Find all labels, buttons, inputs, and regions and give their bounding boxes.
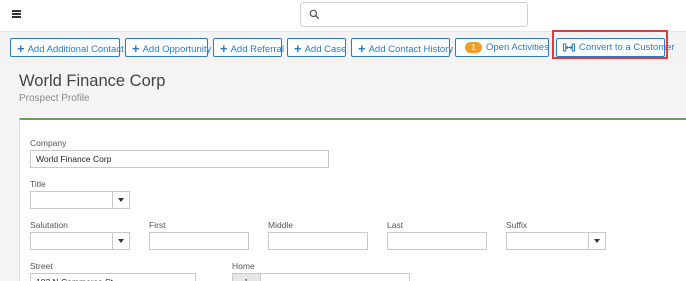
add-contact-history-button[interactable]: + Add Contact History (351, 38, 454, 57)
home-phone-field[interactable]: 1 (232, 273, 410, 281)
add-opportunity-label: Add Opportunity (142, 44, 212, 55)
street-field[interactable]: 182 N Commerce St (30, 273, 196, 281)
suffix-select[interactable] (506, 232, 606, 250)
middle-label: Middle (268, 220, 294, 230)
plus-icon: + (358, 41, 366, 56)
add-referral-button[interactable]: + Add Referral (213, 38, 284, 57)
suffix-label: Suffix (506, 220, 528, 230)
salutation-select[interactable] (30, 232, 130, 250)
first-name-field[interactable] (149, 232, 249, 250)
title-label: Title (30, 179, 46, 189)
highlight-box (552, 30, 668, 59)
add-contact-history-label: Add Contact History (368, 44, 454, 55)
open-activities-button[interactable]: 1 Open Activities (455, 38, 549, 57)
chevron-down-icon[interactable] (112, 233, 129, 249)
search-icon (309, 9, 320, 20)
profile-form-card: Company World Finance Corp Title Salutat… (19, 118, 686, 281)
country-code-prefix: 1 (233, 274, 261, 281)
chevron-down-icon[interactable] (112, 192, 129, 208)
title-select[interactable] (30, 191, 130, 209)
middle-name-field[interactable] (268, 232, 368, 250)
plus-icon: + (294, 41, 302, 56)
add-additional-contact-label: Add Additional Contact (27, 44, 124, 55)
open-activities-count-badge: 1 (465, 42, 482, 53)
salutation-label: Salutation (30, 220, 68, 230)
chevron-down-icon[interactable] (588, 233, 605, 249)
add-opportunity-button[interactable]: + Add Opportunity (125, 38, 211, 57)
add-case-label: Add Case (304, 44, 347, 55)
last-label: Last (387, 220, 404, 230)
company-field[interactable]: World Finance Corp (30, 150, 329, 168)
add-case-button[interactable]: + Add Case (287, 38, 346, 57)
add-additional-contact-button[interactable]: + Add Additional Contact (10, 38, 124, 57)
first-label: First (149, 220, 166, 230)
last-name-field[interactable] (387, 232, 487, 250)
company-label: Company (30, 138, 67, 148)
plus-icon: + (220, 41, 228, 56)
plus-icon: + (132, 41, 140, 56)
hamburger-icon[interactable] (12, 10, 21, 18)
street-label: Street (30, 261, 53, 271)
add-referral-label: Add Referral (230, 44, 284, 55)
search-input[interactable] (300, 2, 528, 27)
page-title: World Finance Corp (19, 72, 166, 90)
home-phone-label: Home (232, 261, 255, 271)
page-subtitle: Prospect Profile (19, 93, 90, 104)
plus-icon: + (17, 41, 25, 56)
top-bar (0, 0, 686, 31)
main-content: World Finance Corp Prospect Profile Comp… (0, 64, 686, 281)
open-activities-label: Open Activities (486, 42, 549, 53)
